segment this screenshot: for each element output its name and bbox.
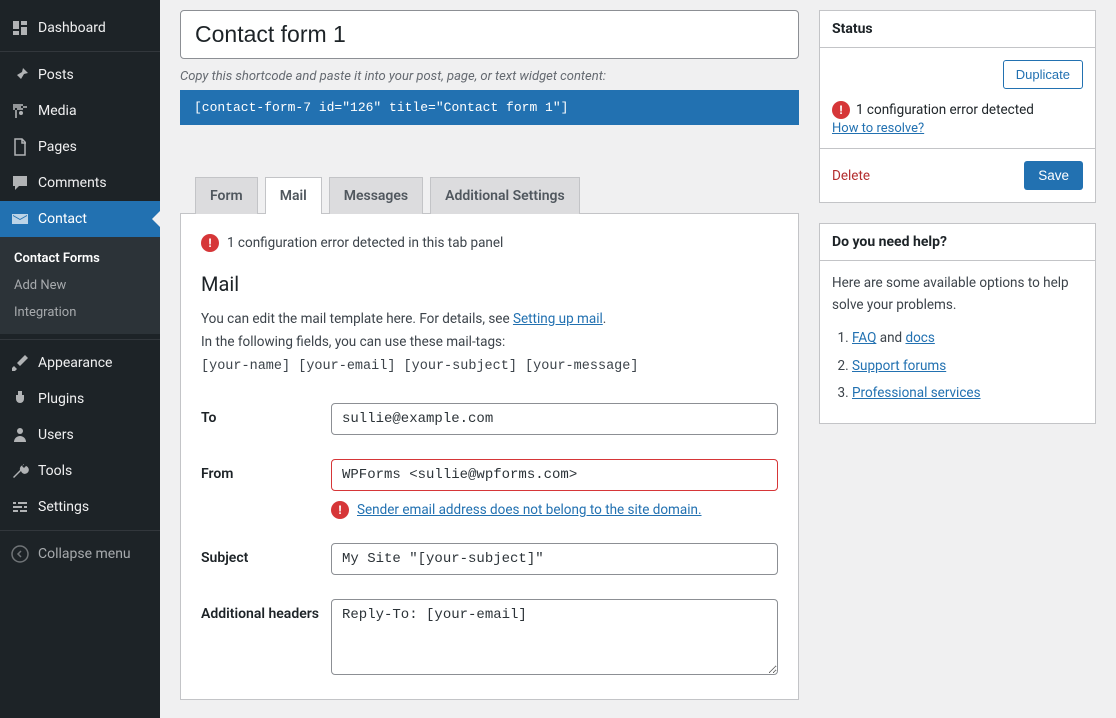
plug-icon (10, 389, 30, 409)
shortcode-box[interactable]: [contact-form-7 id="126" title="Contact … (180, 90, 799, 125)
tab-form[interactable]: Form (195, 177, 258, 214)
help-box: Do you need help? Here are some availabl… (819, 223, 1096, 424)
row-from: From ! Sender email address does not bel… (201, 459, 778, 519)
sidebar-item-dashboard[interactable]: Dashboard (0, 10, 160, 46)
from-field-error: ! Sender email address does not belong t… (331, 501, 778, 519)
mail-heading: Mail (201, 272, 778, 296)
tab-mail[interactable]: Mail (265, 177, 322, 214)
row-to: To (201, 403, 778, 435)
help-faq-item: FAQ and docs (852, 328, 1083, 350)
sidebar-item-pages[interactable]: Pages (0, 129, 160, 165)
headers-textarea[interactable]: Reply-To: [your-email] (331, 599, 778, 675)
sliders-icon (10, 497, 30, 517)
faq-link[interactable]: FAQ (852, 330, 876, 346)
sidebar-item-label: Users (38, 427, 74, 443)
sidebar-item-label: Media (38, 103, 77, 119)
docs-link[interactable]: docs (905, 330, 934, 346)
help-intro: Here are some available options to help … (832, 273, 1083, 316)
duplicate-button[interactable]: Duplicate (1003, 60, 1083, 89)
sidebar-item-appearance[interactable]: Appearance (0, 345, 160, 381)
sidebar-item-label: Settings (38, 499, 89, 515)
sidebar-submenu: Contact Forms Add New Integration (0, 237, 160, 334)
brush-icon (10, 353, 30, 373)
sidebar-item-label: Pages (38, 139, 77, 155)
from-input[interactable] (331, 459, 778, 491)
how-to-resolve-link[interactable]: How to resolve? (832, 121, 924, 136)
sidebar-item-label: Tools (38, 463, 72, 479)
to-label: To (201, 403, 321, 435)
wrench-icon (10, 461, 30, 481)
dashboard-icon (10, 18, 30, 38)
error-icon: ! (201, 234, 219, 252)
subject-label: Subject (201, 543, 321, 575)
sidebar-item-label: Appearance (38, 355, 112, 371)
status-heading: Status (820, 11, 1095, 48)
sidebar-item-label: Dashboard (38, 20, 106, 36)
sidebar-item-plugins[interactable]: Plugins (0, 381, 160, 417)
professional-services-link[interactable]: Professional services (852, 385, 981, 401)
sidebar-item-media[interactable]: Media (0, 93, 160, 129)
help-heading: Do you need help? (820, 224, 1095, 261)
error-icon: ! (832, 101, 850, 119)
status-error-text: 1 configuration error detected (856, 102, 1034, 118)
mail-help-text: You can edit the mail template here. For… (201, 308, 778, 379)
from-label: From (201, 459, 321, 519)
row-subject: Subject (201, 543, 778, 575)
save-button[interactable]: Save (1024, 161, 1083, 190)
error-icon: ! (331, 501, 349, 519)
media-icon (10, 101, 30, 121)
status-box: Status Duplicate ! 1 configuration error… (819, 10, 1096, 203)
panel-config-error: ! 1 configuration error detected in this… (201, 234, 778, 252)
panel-error-text: 1 configuration error detected in this t… (227, 235, 503, 251)
from-error-link[interactable]: Sender email address does not belong to … (357, 502, 702, 518)
admin-sidebar: Dashboard Posts Media Pages Comments Con… (0, 0, 160, 718)
headers-label: Additional headers (201, 599, 321, 679)
form-title-input[interactable] (180, 10, 799, 59)
sidebar-collapse[interactable]: Collapse menu (0, 536, 160, 572)
sidebar-item-label: Posts (38, 67, 74, 83)
tab-additional-settings[interactable]: Additional Settings (430, 177, 580, 214)
tab-messages[interactable]: Messages (329, 177, 423, 214)
sidebar-item-contact[interactable]: Contact (0, 201, 160, 237)
sidebar-sub-add-new[interactable]: Add New (0, 272, 160, 299)
pin-icon (10, 65, 30, 85)
users-icon (10, 425, 30, 445)
help-list: FAQ and docs Support forums Professional… (832, 328, 1083, 405)
sidebar-item-label: Contact (38, 211, 87, 227)
comment-icon (10, 173, 30, 193)
row-additional-headers: Additional headers Reply-To: [your-email… (201, 599, 778, 679)
page-icon (10, 137, 30, 157)
sidebar-item-settings[interactable]: Settings (0, 489, 160, 525)
content-column: Copy this shortcode and paste it into yo… (180, 10, 799, 700)
delete-link[interactable]: Delete (832, 168, 870, 184)
subject-input[interactable] (331, 543, 778, 575)
sidebar-item-posts[interactable]: Posts (0, 57, 160, 93)
sidebar-group-contact: Contact Contact Forms Add New Integratio… (0, 201, 160, 334)
sidebar-item-users[interactable]: Users (0, 417, 160, 453)
mail-tags: [your-name] [your-email] [your-subject] … (201, 359, 638, 374)
setting-up-mail-link[interactable]: Setting up mail (513, 311, 603, 327)
sidebar-sub-integration[interactable]: Integration (0, 299, 160, 326)
tab-panel-mail: ! 1 configuration error detected in this… (180, 213, 799, 700)
to-input[interactable] (331, 403, 778, 435)
shortcode-help-text: Copy this shortcode and paste it into yo… (180, 69, 799, 84)
tab-bar: Form Mail Messages Additional Settings (180, 177, 799, 214)
support-forums-link[interactable]: Support forums (852, 358, 946, 374)
sidebar-item-comments[interactable]: Comments (0, 165, 160, 201)
mail-icon (10, 209, 30, 229)
sidebar-item-label: Comments (38, 175, 107, 191)
status-error: ! 1 configuration error detected (820, 101, 1095, 121)
sidebar-item-tools[interactable]: Tools (0, 453, 160, 489)
main-area: Copy this shortcode and paste it into yo… (160, 0, 1116, 718)
sidebar-sub-contact-forms[interactable]: Contact Forms (0, 245, 160, 272)
sidebar-collapse-label: Collapse menu (38, 546, 131, 562)
side-column: Status Duplicate ! 1 configuration error… (819, 10, 1096, 444)
collapse-icon (10, 544, 30, 564)
sidebar-item-label: Plugins (38, 391, 84, 407)
